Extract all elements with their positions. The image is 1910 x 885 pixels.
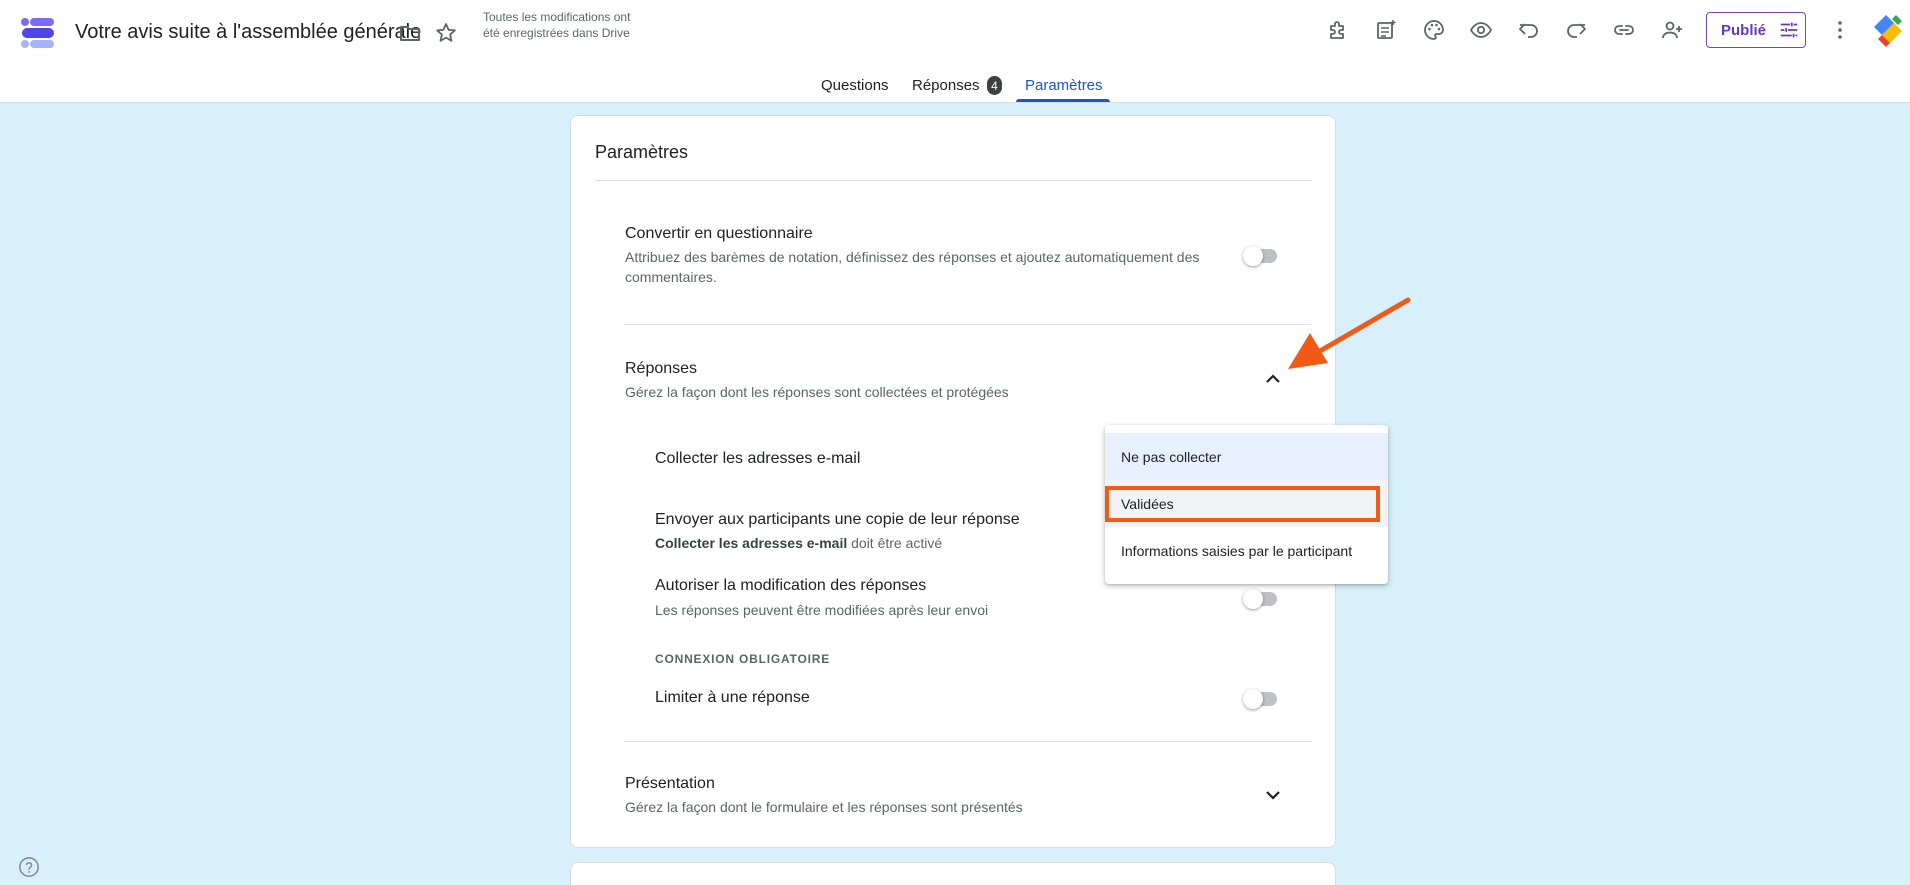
redo-icon[interactable] (1560, 14, 1592, 46)
send-copy-title: Envoyer aux participants une copie de le… (655, 511, 1020, 528)
send-copy-description: Collecter les adresses e-mail doit être … (655, 533, 942, 553)
presentation-section-title: Présentation (625, 775, 715, 792)
allow-edit-description: Les réponses peuvent être modifiées aprè… (655, 602, 989, 618)
tab-questions[interactable]: Questions (821, 77, 889, 94)
settings-title: Paramètres (595, 142, 689, 162)
tune-icon (1780, 22, 1798, 38)
send-copy-description-rest: doit être activé (847, 535, 943, 551)
help-icon[interactable] (18, 856, 40, 878)
account-logo-icon[interactable] (1872, 13, 1904, 47)
save-status-text: Toutes les modifications ont été enregis… (483, 10, 631, 40)
annotation-highlight-box (1105, 486, 1380, 522)
link-icon[interactable] (1608, 14, 1640, 46)
next-card (570, 862, 1336, 885)
publish-button[interactable]: Publié (1706, 12, 1806, 48)
addon-puzzle-icon[interactable] (1322, 14, 1354, 46)
login-required-label: CONNEXION OBLIGATOIRE (655, 652, 831, 666)
dropdown-option-responder-input[interactable]: Informations saisies par le participant (1105, 527, 1388, 574)
preview-eye-icon[interactable] (1465, 14, 1497, 46)
toggle-thumb (1243, 246, 1263, 266)
top-app-bar: Votre avis suite à l'assemblée générale … (0, 0, 1910, 103)
quiz-title: Convertir en questionnaire (625, 225, 813, 242)
star-icon[interactable] (430, 17, 462, 49)
tab-settings[interactable]: Paramètres (1025, 77, 1103, 94)
tab-bar: Questions Réponses Paramètres (0, 72, 1910, 103)
divider (625, 324, 1311, 325)
customize-icon[interactable] (1370, 14, 1402, 46)
collect-emails-title: Collecter les adresses e-mail (655, 450, 861, 467)
annotation-arrow-icon (1288, 297, 1411, 369)
divider (625, 741, 1311, 742)
document-title[interactable]: Votre avis suite à l'assemblée générale (75, 21, 421, 44)
responses-count-badge: 4 (987, 76, 1002, 95)
divider (595, 180, 1311, 181)
palette-icon[interactable] (1418, 14, 1450, 46)
dropdown-option-do-not-collect[interactable]: Ne pas collecter (1105, 433, 1388, 480)
more-vert-icon[interactable] (1824, 14, 1856, 46)
tab-responses[interactable]: Réponses (912, 77, 980, 94)
undo-icon[interactable] (1513, 14, 1545, 46)
publish-button-label: Publié (1721, 21, 1767, 39)
active-tab-indicator (1016, 99, 1110, 102)
allow-edit-title: Autoriser la modification des réponses (655, 577, 927, 594)
folder-icon[interactable] (394, 17, 426, 49)
forms-logo-icon[interactable] (20, 15, 56, 51)
quiz-toggle[interactable] (1243, 246, 1279, 266)
send-copy-description-bold: Collecter les adresses e-mail (655, 535, 848, 551)
limit-one-toggle[interactable] (1243, 689, 1279, 709)
responses-section-title: Réponses (625, 360, 698, 377)
chevron-down-icon[interactable] (1261, 783, 1285, 807)
presentation-section-description: Gérez la façon dont le formulaire et les… (625, 799, 1023, 815)
responses-section-description: Gérez la façon dont les réponses sont co… (625, 384, 1009, 400)
add-collaborator-icon[interactable] (1656, 14, 1688, 46)
allow-edit-toggle[interactable] (1243, 589, 1279, 609)
quiz-description: Attribuez des barèmes de notation, défin… (625, 249, 1200, 285)
toggle-thumb (1243, 589, 1263, 609)
toggle-thumb (1243, 689, 1263, 709)
limit-one-title: Limiter à une réponse (655, 689, 810, 706)
